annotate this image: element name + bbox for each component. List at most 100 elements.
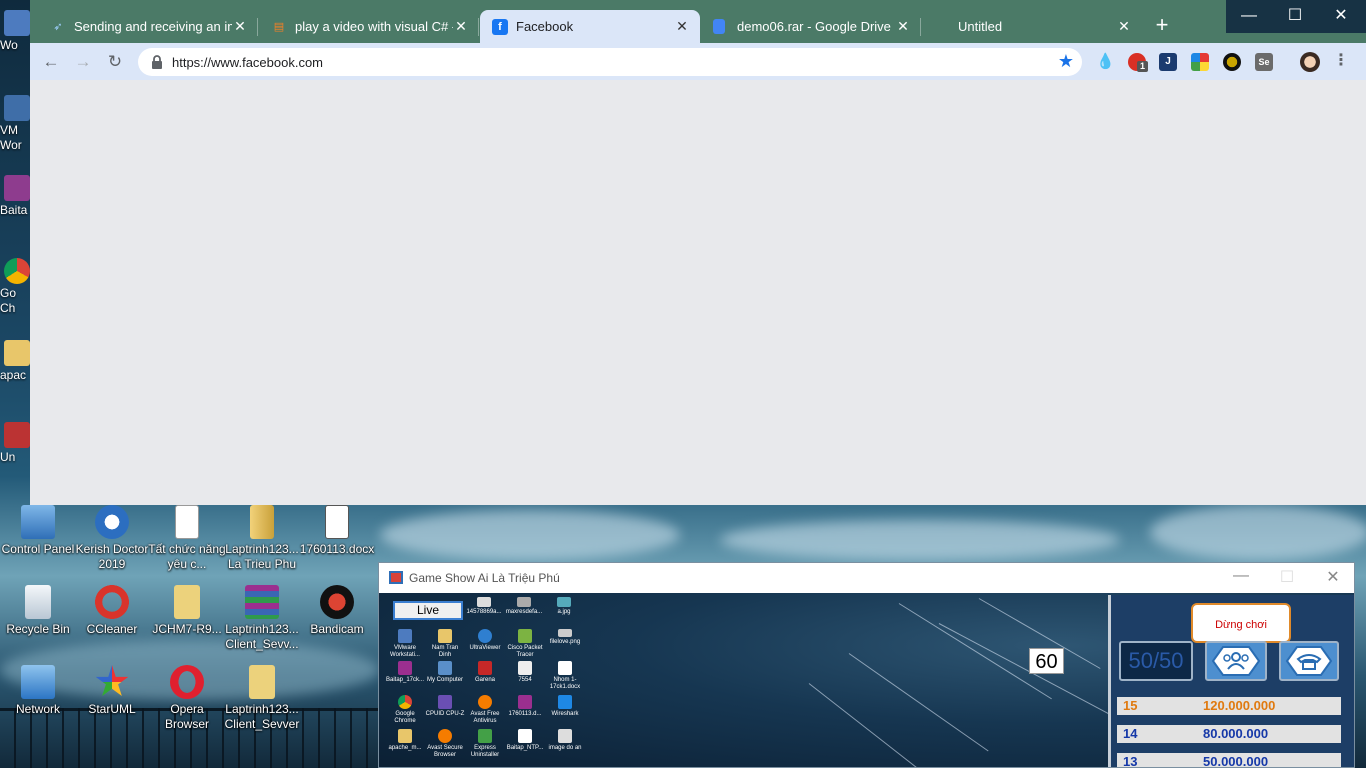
- profile-avatar-icon[interactable]: [1300, 52, 1320, 72]
- desktop-icon-network[interactable]: Network: [0, 665, 78, 717]
- reload-button[interactable]: ↻: [104, 51, 126, 73]
- forward-button[interactable]: →: [72, 51, 94, 73]
- tab-title: Facebook: [516, 19, 574, 34]
- document-icon: [518, 729, 532, 743]
- docx-icon: [325, 505, 349, 539]
- back-button[interactable]: ←: [40, 51, 62, 73]
- mini-desktop-icon: Nhom 1-17ck1.docx: [545, 661, 585, 691]
- bookmark-star-icon[interactable]: ★: [1058, 51, 1074, 72]
- desktop-icon-label: Go Ch: [0, 286, 17, 315]
- winrar-icon: [398, 661, 412, 675]
- mini-icon-label: 7554: [518, 677, 532, 683]
- lifeline-fifty-fifty-button[interactable]: 50/50: [1119, 641, 1193, 681]
- stop-game-button[interactable]: Dừng chơi: [1191, 603, 1291, 643]
- minimize-button[interactable]: —: [1226, 0, 1272, 32]
- desktop-icon-label: Opera Browser: [164, 702, 209, 731]
- tab-title: Untitled: [958, 19, 1003, 34]
- desktop-icon-label: Laptrinh123... La Trieu Phu: [225, 542, 299, 571]
- lock-icon: [152, 55, 162, 69]
- desktop-icon-jchm7[interactable]: JCHM7-R9...: [147, 585, 227, 637]
- game-titlebar: Game Show Ai Là Triệu Phú — ☐ ✕: [379, 563, 1354, 593]
- desktop-icon-ccleaner[interactable]: CCleaner: [72, 585, 152, 637]
- tab-strip: ➶ Sending and receiving an ima ✕ ▤ play …: [30, 0, 1366, 43]
- mini-icon-label: Baitap_17ck...: [385, 677, 425, 683]
- desktop-icon-partial[interactable]: Go Ch: [0, 258, 30, 316]
- tab-facebook[interactable]: f Facebook ✕: [480, 10, 700, 43]
- vmware-icon: [4, 95, 30, 121]
- raindrop-icon[interactable]: 💧: [1096, 53, 1115, 71]
- tab-close-icon[interactable]: ✕: [232, 18, 248, 35]
- desktop-icon-label: VM Wor: [0, 123, 22, 152]
- tab-separator: [257, 18, 258, 36]
- new-tab-button[interactable]: +: [1152, 13, 1172, 37]
- mini-icon-label: Express Uninstaller: [470, 745, 500, 758]
- desktop-icon-control-panel[interactable]: Control Panel: [0, 505, 78, 557]
- lifeline-audience-button[interactable]: [1205, 641, 1267, 681]
- avast-icon: [478, 695, 492, 709]
- tab-google-drive[interactable]: demo06.rar - Google Drive ✕: [701, 10, 921, 43]
- folder-icon: [398, 729, 412, 743]
- mini-desktop-icon: Nam Tran Dinh: [425, 629, 465, 659]
- prize-amount: 120.000.000: [1203, 698, 1276, 713]
- maximize-button[interactable]: ☐: [1275, 567, 1299, 587]
- desktop-icon-partial[interactable]: Un: [0, 422, 30, 464]
- mini-icon-label: UltraViewer: [469, 645, 501, 651]
- mini-icon-label: Avast Secure Browser: [427, 745, 463, 758]
- desktop-icon-partial[interactable]: Baita: [0, 175, 30, 217]
- address-bar[interactable]: https://www.facebook.com ★: [138, 48, 1082, 76]
- tab-close-icon[interactable]: ✕: [674, 18, 690, 35]
- tab-close-icon[interactable]: ✕: [895, 18, 911, 35]
- minimize-button[interactable]: —: [1229, 567, 1253, 585]
- desktop-icon-staruml[interactable]: StarUML: [72, 665, 152, 717]
- control-panel-icon: [21, 505, 55, 539]
- tab-close-icon[interactable]: ✕: [453, 18, 469, 35]
- browser-toolbar: ← → ↻ https://www.facebook.com ★ 💧 1 J S…: [30, 43, 1366, 80]
- mini-desktop-icon: CPUID CPU-Z: [425, 695, 465, 718]
- j-icon[interactable]: J: [1159, 53, 1177, 71]
- desktop-icon-laptrinh-la-trieu-phu[interactable]: Laptrinh123... La Trieu Phu: [222, 505, 302, 572]
- mini-desktop-icon: 14578869a...: [464, 597, 504, 616]
- desktop-icon-bandicam[interactable]: Bandicam: [297, 585, 377, 637]
- image-icon: [557, 597, 571, 607]
- desktop-icon-laptrinh-client-sevv[interactable]: Laptrinh123... Client_Sevv...: [222, 585, 302, 652]
- chrome-icon: [4, 258, 30, 284]
- desktop-icon-partial[interactable]: apac: [0, 340, 30, 382]
- desktop-icon-partial[interactable]: Wo: [0, 10, 30, 52]
- dark-mode-icon[interactable]: [1223, 53, 1241, 71]
- desktop-icon-laptrinh-client-sevver[interactable]: Laptrinh123... Client_Sevver: [222, 665, 302, 732]
- mini-icon-label: VMware Workstati...: [390, 645, 420, 658]
- live-button[interactable]: Live: [393, 601, 463, 620]
- desktop-icon-document[interactable]: Tất chức năng yêu c...: [147, 505, 227, 572]
- desktop-icon-kerish-doctor[interactable]: Kerish Doctor 2019: [72, 505, 152, 572]
- tab-sending-receiving[interactable]: ➶ Sending and receiving an ima ✕: [38, 10, 258, 43]
- prize-amount: 50.000.000: [1203, 754, 1269, 768]
- mini-desktop-icon: Garena: [465, 661, 505, 684]
- adblock-icon[interactable]: 1: [1128, 53, 1148, 72]
- desktop-icon-opera[interactable]: Opera Browser: [147, 665, 227, 732]
- close-button[interactable]: ✕: [1321, 567, 1345, 587]
- feather-icon: ➶: [53, 21, 63, 33]
- mini-desktop-icon: Cisco Packet Tracer: [505, 629, 545, 659]
- mini-desktop-icon: maxresdefa...: [504, 597, 544, 616]
- desktop-icon-recycle-bin[interactable]: Recycle Bin: [0, 585, 78, 637]
- garena-icon: [478, 661, 492, 675]
- mini-desktop-icon: VMware Workstati...: [385, 629, 425, 659]
- mini-desktop-icon: Baitap_17ck...: [385, 661, 425, 684]
- audience-icon: [1211, 646, 1261, 676]
- docx-icon: [558, 661, 572, 675]
- selenium-icon[interactable]: Se: [1255, 53, 1273, 71]
- close-button[interactable]: ✕: [1318, 0, 1364, 32]
- desktop-icon-partial[interactable]: VM Wor: [0, 95, 30, 153]
- lifeline-phone-button[interactable]: [1279, 641, 1339, 681]
- tab-untitled[interactable]: Untitled ✕: [922, 10, 1142, 43]
- chrome-icon: [398, 695, 412, 709]
- mini-icon-label: Garena: [474, 677, 495, 683]
- maximize-button[interactable]: ☐: [1272, 0, 1318, 32]
- desktop-icon-docx[interactable]: 1760113.docx: [297, 505, 377, 557]
- desktop-icon-label: Laptrinh123... Client_Sevv...: [225, 622, 299, 651]
- tab-close-icon[interactable]: ✕: [1116, 18, 1132, 35]
- tab-play-video[interactable]: ▤ play a video with visual C# - S ✕: [259, 10, 479, 43]
- menu-dots-icon[interactable]: ⋮: [1332, 53, 1350, 71]
- google-docs-icon: [713, 19, 725, 34]
- color-grid-icon[interactable]: [1191, 53, 1209, 71]
